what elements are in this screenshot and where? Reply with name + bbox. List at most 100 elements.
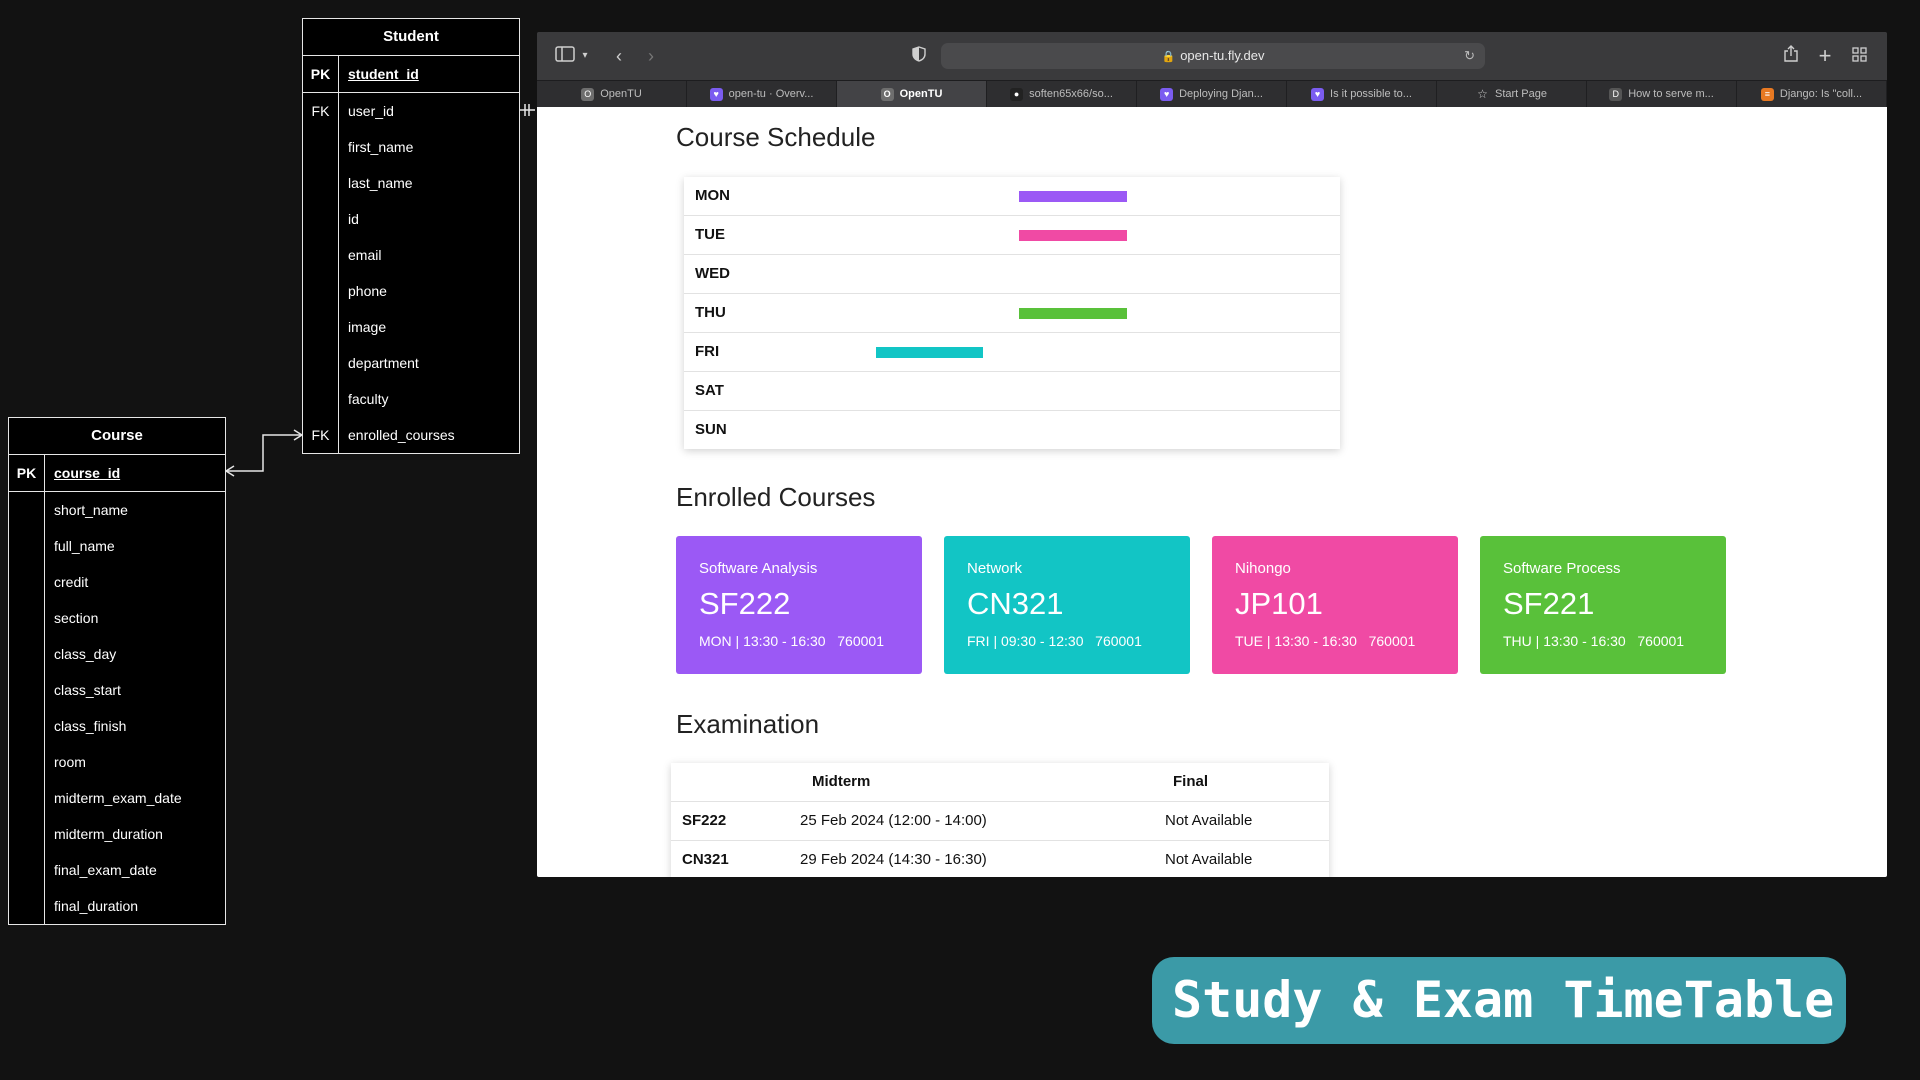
browser-tab[interactable]: O OpenTU — [837, 81, 987, 107]
schedule-day-label: THU — [695, 304, 726, 321]
course-card[interactable]: Nihongo JP101 TUE | 13:30 - 16:30 760001 — [1212, 536, 1458, 674]
schedule-bar — [1019, 308, 1127, 319]
schedule-row: THU — [684, 294, 1340, 333]
student-field-list: FK user_id first_name last_nameid email phone… — [303, 93, 519, 453]
reload-icon[interactable]: ↻ — [1464, 43, 1475, 69]
new-tab-icon[interactable]: + — [1814, 44, 1836, 68]
er-field-name: class_day — [54, 646, 117, 662]
browser-tab[interactable]: ♥ Deploying Djan... — [1137, 81, 1287, 107]
student-pk-field: student_id — [348, 66, 419, 82]
back-icon[interactable]: ‹ — [609, 44, 629, 68]
midterm-header: Midterm — [812, 773, 871, 790]
er-field-name: enrolled_courses — [348, 427, 455, 443]
course-meta: FRI | 09:30 - 12:30 760001 — [967, 633, 1142, 649]
tab-overview-icon[interactable] — [1848, 44, 1870, 68]
schedule-row: FRI — [684, 333, 1340, 372]
browser-tab[interactable]: ☆ Start Page — [1437, 81, 1587, 107]
er-field-name: image — [348, 319, 387, 335]
schedule-title: Course Schedule — [676, 122, 876, 152]
key-cell — [9, 708, 45, 744]
browser-tab[interactable]: ● soften65x66/so... — [987, 81, 1137, 107]
er-field-name: faculty — [348, 391, 389, 407]
schedule-day-label: SUN — [695, 421, 727, 438]
er-field-name: midterm_duration — [54, 826, 163, 842]
key-cell — [303, 237, 339, 273]
tab-label: Django: Is "coll... — [1779, 88, 1863, 100]
browser-tab[interactable]: ♥ Is it possible to... — [1287, 81, 1437, 107]
student-table-title: Student — [303, 19, 519, 56]
key-cell — [9, 600, 45, 636]
er-field-name: short_name — [54, 502, 128, 518]
chevron-down-icon[interactable]: ▾ — [579, 44, 591, 68]
course-section: 760001 — [1637, 633, 1685, 649]
er-field-name: email — [348, 247, 382, 263]
er-field-name: class_finish — [54, 718, 127, 734]
schedule-row: SAT — [684, 372, 1340, 411]
course-name: Software Analysis — [699, 560, 818, 577]
banner-title: Study & Exam TimeTable — [1172, 971, 1835, 1029]
exam-midterm-date: 29 Feb 2024 (14:30 - 16:30) — [800, 851, 987, 868]
schedule-bar — [1019, 230, 1127, 241]
course-code: JP101 — [1235, 586, 1323, 621]
er-field-name: id — [348, 211, 359, 227]
key-cell — [9, 564, 45, 600]
share-icon[interactable] — [1780, 44, 1802, 68]
course-card[interactable]: Network CN321 FRI | 09:30 - 12:30 760001 — [944, 536, 1190, 674]
course-section: 760001 — [837, 633, 884, 649]
flyio-icon: ♥ — [709, 87, 723, 101]
course-meta: MON | 13:30 - 16:30 760001 — [699, 633, 884, 649]
er-field-name: first_name — [348, 139, 414, 155]
relation-course-enrolled — [225, 429, 303, 477]
er-field-row: room — [9, 744, 225, 780]
course-name: Nihongo — [1235, 560, 1291, 577]
exam-final-date: Not Available — [1165, 851, 1253, 868]
browser-tab[interactable]: O OpenTU — [537, 81, 687, 107]
browser-tab[interactable]: ♥ open-tu · Overv... — [687, 81, 837, 107]
er-field-name: section — [54, 610, 99, 626]
schedule-row: WED — [684, 255, 1340, 294]
pk-label: PK — [303, 56, 339, 92]
course-table-title: Course — [9, 418, 225, 455]
er-field-name: user_id — [348, 103, 394, 119]
er-field-name: final_duration — [54, 898, 139, 914]
schedule-bar — [875, 347, 984, 358]
browser-tab[interactable]: ≡ Django: Is "coll... — [1737, 81, 1887, 107]
er-field-row: phone — [303, 273, 519, 309]
course-card[interactable]: Software Process SF221 THU | 13:30 - 16:30… — [1480, 536, 1726, 674]
key-cell — [9, 888, 45, 924]
tab-label: open-tu · Overv... — [728, 88, 814, 100]
tab-label: Deploying Djan... — [1179, 88, 1263, 100]
privacy-shield-icon[interactable] — [909, 44, 929, 68]
course-pk-row: PK course_id — [9, 455, 225, 492]
er-field-name: final_exam_date — [54, 862, 157, 878]
fk-label: FK — [303, 417, 339, 453]
examination-title: Examination — [676, 709, 820, 739]
course-field-list: short_name full_name credit section class_da… — [9, 492, 225, 924]
exam-row: SF222 25 Feb 2024 (12:00 - 14:00) Not Avai… — [671, 802, 1329, 841]
er-field-name: room — [54, 754, 86, 770]
forward-icon[interactable]: › — [641, 44, 661, 68]
key-cell — [303, 273, 339, 309]
final-header: Final — [1173, 773, 1209, 790]
sidebar-toggle-icon[interactable] — [553, 44, 577, 68]
address-bar[interactable]: 🔒 open-tu.fly.dev ↻ — [941, 43, 1485, 69]
browser-tab[interactable]: D How to serve m... — [1587, 81, 1737, 107]
course-pk-field: course_id — [54, 465, 121, 481]
exam-final-date: Not Available — [1165, 812, 1253, 829]
course-time: THU | 13:30 - 16:30 — [1503, 633, 1626, 649]
github-icon: ● — [1010, 87, 1024, 101]
key-cell — [9, 672, 45, 708]
exam-rows: SF222 25 Feb 2024 (12:00 - 14:00) Not Avai… — [671, 802, 1329, 877]
er-field-row: class_day — [9, 636, 225, 672]
tab-label: How to serve m... — [1628, 88, 1714, 100]
course-card[interactable]: Software Analysis SF222 MON | 13:30 - 16:3… — [676, 536, 922, 674]
er-field-row: class_start — [9, 672, 225, 708]
er-field-row: department — [303, 345, 519, 381]
flyio-icon: ♥ — [1311, 87, 1325, 101]
course-name: Software Process — [1503, 560, 1621, 577]
er-field-name: last_name — [348, 175, 413, 191]
exam-header-row: Midterm Final — [671, 763, 1329, 802]
course-time: TUE | 13:30 - 16:30 — [1235, 633, 1357, 649]
er-field-row: class_finish — [9, 708, 225, 744]
er-field-row: FK enrolled_courses — [303, 417, 519, 453]
